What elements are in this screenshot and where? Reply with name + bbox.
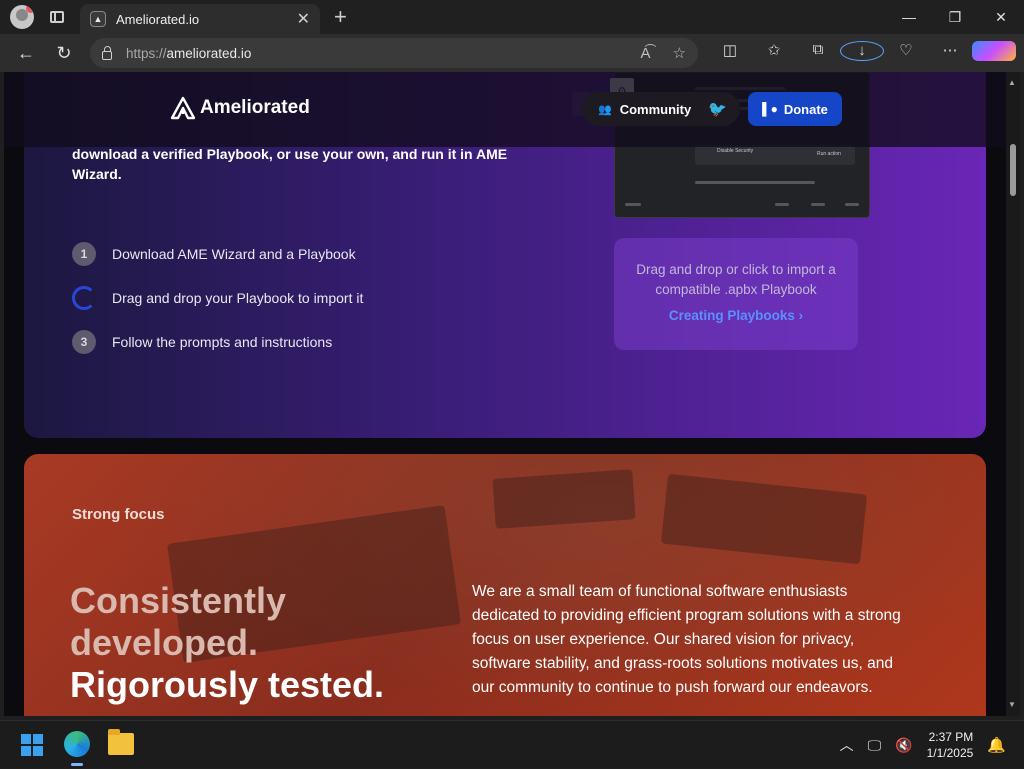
wizard-steps: 1 Download AME Wizard and a Playbook Dra… (72, 232, 363, 364)
headline-emphasis: Rigorously tested. (70, 664, 385, 705)
playbook-dropzone[interactable]: Drag and drop or click to import a compa… (614, 238, 858, 350)
close-window-button[interactable]: ✕ (978, 9, 1024, 26)
step-item: 1 Download AME Wizard and a Playbook (72, 232, 363, 276)
preview-setting-button: Run action (817, 151, 841, 157)
headline-line: Consistently (70, 580, 287, 621)
volume-muted-icon[interactable]: 🔇 (895, 737, 912, 754)
about-body-text: We are a small team of functional softwa… (472, 583, 901, 696)
minimize-button[interactable]: — (886, 9, 932, 26)
step-item: 3 Follow the prompts and instructions (72, 320, 363, 364)
donate-button[interactable]: ▌● Donate (748, 92, 842, 126)
active-app-indicator (71, 763, 83, 766)
wizard-lead-text: download a verified Playbook, or use you… (72, 146, 508, 182)
downloads-icon[interactable]: ↓ (840, 41, 884, 65)
read-aloud-icon[interactable]: A͡ (641, 45, 651, 62)
creating-playbooks-label: Creating Playbooks (668, 308, 795, 323)
refresh-icon[interactable]: ↻ (52, 43, 76, 64)
tab-title: Ameliorated.io (116, 11, 200, 27)
url-host: ameliorated.io (166, 45, 252, 61)
social-links: 👥 Community 🐦 (582, 92, 740, 126)
site-logo[interactable]: Ameliorated (170, 96, 310, 120)
clock-date: 1/1/2025 (926, 746, 974, 760)
step-number: 1 (72, 242, 96, 266)
community-link[interactable]: 👥 Community (582, 102, 704, 117)
section-label: Strong focus (72, 506, 165, 523)
preview-line (811, 203, 825, 206)
preview-line (775, 203, 789, 206)
browser-tab[interactable]: ▲ Ameliorated.io ✕ (80, 4, 320, 34)
step-item: Drag and drop your Playbook to import it (72, 276, 363, 320)
ameliorated-logo-icon (170, 96, 196, 120)
page-viewport: download a verified Playbook, or use you… (4, 72, 1006, 716)
windows-start-icon[interactable] (21, 734, 43, 756)
preview-setting-row: Disable Security Run action (695, 145, 855, 165)
step-label: Follow the prompts and instructions (112, 334, 333, 350)
preview-line (625, 203, 641, 206)
chevron-right-icon: › (798, 308, 804, 323)
window-controls: — ❐ ✕ (886, 9, 1024, 26)
edge-browser-icon[interactable] (64, 731, 90, 757)
about-section: Strong focus Consistently developed. Rig… (24, 454, 986, 716)
step-number: 3 (72, 330, 96, 354)
split-screen-icon[interactable]: ◫ (708, 41, 752, 65)
profile-avatar-icon[interactable] (10, 5, 34, 29)
scroll-up-arrow-icon[interactable]: ▲ (1008, 78, 1016, 87)
site-favicon-icon: ▲ (90, 11, 106, 27)
donate-label: Donate (783, 101, 828, 117)
site-header: Ameliorated 👥 Community 🐦 ▌● Donate (4, 72, 1006, 147)
system-tray: ︿ 🖵 🔇 2:37 PM 1/1/2025 🔔 (840, 721, 1024, 769)
file-explorer-icon[interactable] (108, 729, 134, 755)
lock-icon[interactable] (102, 45, 112, 60)
new-tab-button[interactable]: + (334, 4, 347, 30)
url-protocol: https:// (126, 45, 167, 61)
page-scrollbar[interactable]: ▲ ▼ (1006, 72, 1020, 716)
favorite-star-icon[interactable]: ☆ (673, 44, 686, 62)
notification-dot (26, 5, 34, 13)
scroll-thumb[interactable] (1010, 144, 1016, 196)
step-label: Drag and drop your Playbook to import it (112, 290, 364, 306)
show-hidden-icons-chevron-icon[interactable]: ︿ (840, 735, 854, 755)
collections-icon[interactable]: ⧉ (796, 41, 840, 65)
headline-line: developed. (70, 622, 259, 663)
url-text[interactable]: https://ameliorated.io (126, 46, 619, 61)
more-menu-icon[interactable]: ⋯ (928, 41, 972, 65)
dropzone-text: Drag and drop or click to import a compa… (636, 262, 836, 297)
device-photo-shape (492, 469, 636, 529)
windows-taskbar: ︿ 🖵 🔇 2:37 PM 1/1/2025 🔔 (0, 720, 1024, 768)
favorites-icon[interactable]: ✩ (752, 41, 796, 65)
clock-time: 2:37 PM (928, 730, 974, 744)
device-photo-shape (660, 473, 868, 565)
tab-actions-icon[interactable] (50, 11, 64, 23)
about-headline: Consistently developed. Rigorously teste… (70, 580, 384, 706)
maximize-button[interactable]: ❐ (932, 9, 978, 26)
network-icon[interactable]: 🖵 (868, 737, 882, 754)
notification-bell-icon[interactable]: 🔔 (987, 736, 1006, 754)
step-progress-spinner-icon (72, 286, 96, 310)
users-icon: 👥 (598, 103, 612, 116)
taskbar-clock[interactable]: 2:37 PM 1/1/2025 (927, 729, 974, 761)
step-label: Download AME Wizard and a Playbook (112, 246, 356, 262)
preview-line (695, 181, 815, 184)
address-bar[interactable]: https://ameliorated.io A͡ ☆ (90, 38, 698, 68)
preview-setting-label: Disable Security (717, 148, 754, 154)
community-label: Community (619, 101, 692, 117)
twitter-icon[interactable]: 🐦 (708, 100, 727, 118)
scroll-down-arrow-icon[interactable]: ▼ (1008, 700, 1016, 709)
mouse-cursor-icon (382, 430, 398, 448)
copilot-icon[interactable] (972, 41, 1016, 65)
creating-playbooks-link[interactable]: Creating Playbooks › (614, 308, 858, 323)
back-arrow-icon[interactable]: ← (14, 43, 38, 64)
browser-toolbar: ← ↻ https://ameliorated.io A͡ ☆ ◫ ✩ ⧉ ↓ … (0, 34, 1024, 72)
toolbar-icons: ◫ ✩ ⧉ ↓ ♡ ⋯ (708, 41, 1016, 65)
preview-line (845, 203, 859, 206)
browser-essentials-icon[interactable]: ♡ (884, 41, 928, 65)
patreon-icon: ▌● (762, 102, 778, 116)
browser-tab-bar: ▲ Ameliorated.io ✕ + — ❐ ✕ (0, 0, 1024, 34)
site-brand-name: Ameliorated (200, 97, 310, 118)
tab-close-icon[interactable]: ✕ (297, 9, 310, 29)
